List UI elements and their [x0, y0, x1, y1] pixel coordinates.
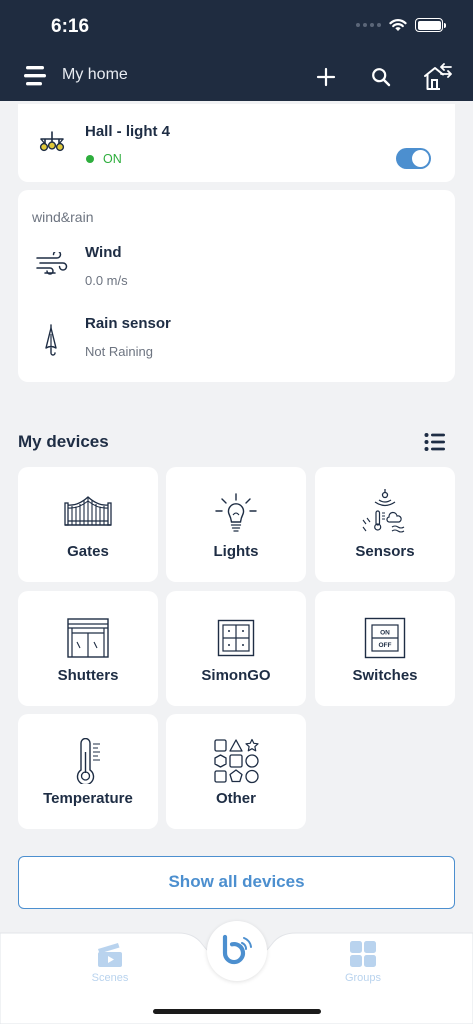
light-bulb-icon	[215, 493, 257, 532]
show-all-devices-button[interactable]: Show all devices	[18, 856, 455, 909]
bottom-navigation: Scenes Groups	[0, 921, 473, 1024]
shutters-icon	[67, 618, 109, 658]
rain-sensor-value: Not Raining	[85, 344, 153, 359]
svg-text:ON: ON	[380, 630, 390, 637]
list-view-icon[interactable]	[424, 432, 446, 452]
tile-sensors[interactable]: Sensors	[315, 467, 455, 582]
nav-scenes-label: Scenes	[91, 972, 129, 984]
status-time: 6:16	[51, 16, 90, 37]
switches-icon: ON OFF	[364, 617, 406, 659]
switch-home-button[interactable]	[420, 62, 454, 92]
device-name: Hall - light 4	[85, 123, 171, 140]
toggle-knob	[412, 150, 429, 167]
battery-icon	[415, 18, 446, 32]
chandelier-icon	[39, 131, 65, 152]
scenes-icon	[98, 943, 122, 967]
gate-icon	[64, 496, 112, 526]
status-text: ON	[103, 152, 122, 166]
tile-switches[interactable]: ON OFF Switches	[315, 591, 455, 706]
umbrella-closed-icon[interactable]	[43, 324, 59, 358]
top-bar: 6:16 My home	[0, 0, 473, 101]
tile-label: Temperature	[43, 790, 133, 807]
app-logo-icon	[222, 934, 252, 965]
plus-icon	[316, 67, 336, 87]
menu-icon[interactable]	[24, 65, 48, 87]
tile-label: Other	[215, 790, 256, 807]
hall-light-card[interactable]: Hall - light 4 ON	[18, 104, 455, 182]
sensors-icon	[362, 489, 405, 533]
nav-groups[interactable]: Groups	[323, 940, 403, 984]
shapes-icon	[214, 738, 259, 784]
add-button[interactable]	[311, 62, 341, 92]
svg-text:OFF: OFF	[379, 642, 392, 649]
my-devices-title: My devices	[18, 432, 109, 451]
tile-gates[interactable]: Gates	[18, 467, 158, 582]
tile-shutters[interactable]: Shutters	[18, 591, 158, 706]
tile-label: Shutters	[57, 667, 119, 684]
wind-rain-card: wind&rain Wind 0.0 m/s Rain sensor Not R…	[18, 190, 455, 382]
wind-name[interactable]: Wind	[85, 244, 122, 261]
groups-icon	[350, 941, 376, 967]
search-button[interactable]	[366, 62, 396, 92]
home-indicator	[153, 1009, 321, 1014]
nav-groups-label: Groups	[344, 972, 382, 984]
tile-label: Gates	[67, 543, 109, 560]
tile-label: SimonGO	[201, 667, 271, 684]
thermometer-icon	[76, 738, 100, 784]
wifi-icon	[389, 19, 407, 31]
wind-icon[interactable]	[35, 252, 71, 276]
home-title[interactable]: My home	[62, 66, 128, 84]
tile-other[interactable]: Other	[166, 714, 306, 829]
tile-temperature[interactable]: Temperature	[18, 714, 158, 829]
device-state: ON	[86, 152, 122, 166]
on-status-dot	[86, 155, 94, 163]
tile-lights[interactable]: Lights	[166, 467, 306, 582]
tile-label: Lights	[213, 543, 259, 560]
tile-label: Sensors	[355, 543, 415, 560]
tile-label: Switches	[352, 667, 418, 684]
home-switch-icon	[424, 63, 452, 90]
wind-value: 0.0 m/s	[85, 273, 128, 288]
card-title: wind&rain	[32, 209, 94, 225]
search-icon	[372, 68, 391, 87]
tile-simongo[interactable]: SimonGO	[166, 591, 306, 706]
rain-sensor-name[interactable]: Rain sensor	[85, 315, 171, 332]
nav-scenes[interactable]: Scenes	[70, 940, 150, 984]
center-home-button[interactable]	[207, 921, 267, 981]
light-toggle[interactable]	[396, 148, 431, 169]
status-icons	[356, 18, 446, 32]
simongo-icon	[217, 619, 255, 657]
signal-dots-icon	[356, 23, 381, 27]
